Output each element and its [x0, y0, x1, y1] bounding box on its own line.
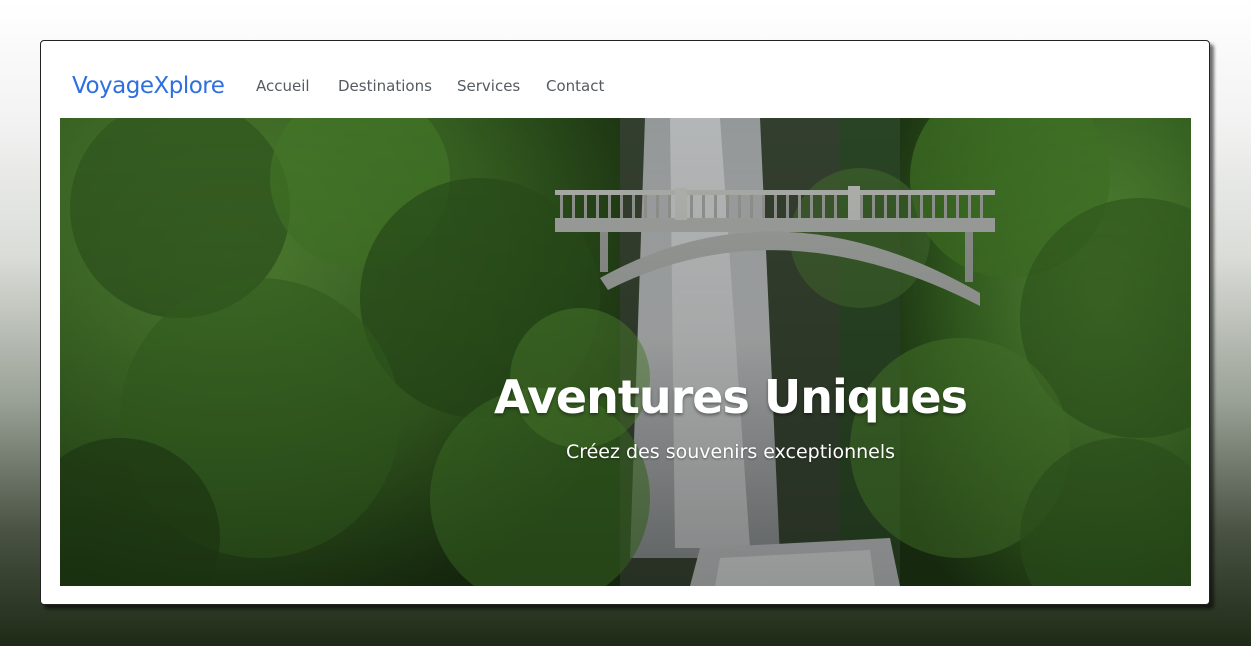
hero-subtitle: Créez des souvenirs exceptionnels	[565, 441, 896, 463]
page-card: VoyageXplore Accueil Destinations Servic…	[40, 40, 1210, 605]
nav-link-accueil[interactable]: Accueil	[256, 77, 310, 95]
nav-link-destinations[interactable]: Destinations	[338, 77, 432, 95]
hero-title: Aventures Uniques	[493, 370, 968, 424]
nav-link-services[interactable]: Services	[457, 77, 520, 95]
navbar: VoyageXplore Accueil Destinations Servic…	[41, 41, 1209, 118]
hero-banner: Aventures Uniques Créez des souvenirs ex…	[60, 118, 1191, 586]
nav-link-contact[interactable]: Contact	[546, 77, 604, 95]
brand-logo[interactable]: VoyageXplore	[72, 73, 225, 99]
hero-background-image	[60, 118, 1191, 586]
